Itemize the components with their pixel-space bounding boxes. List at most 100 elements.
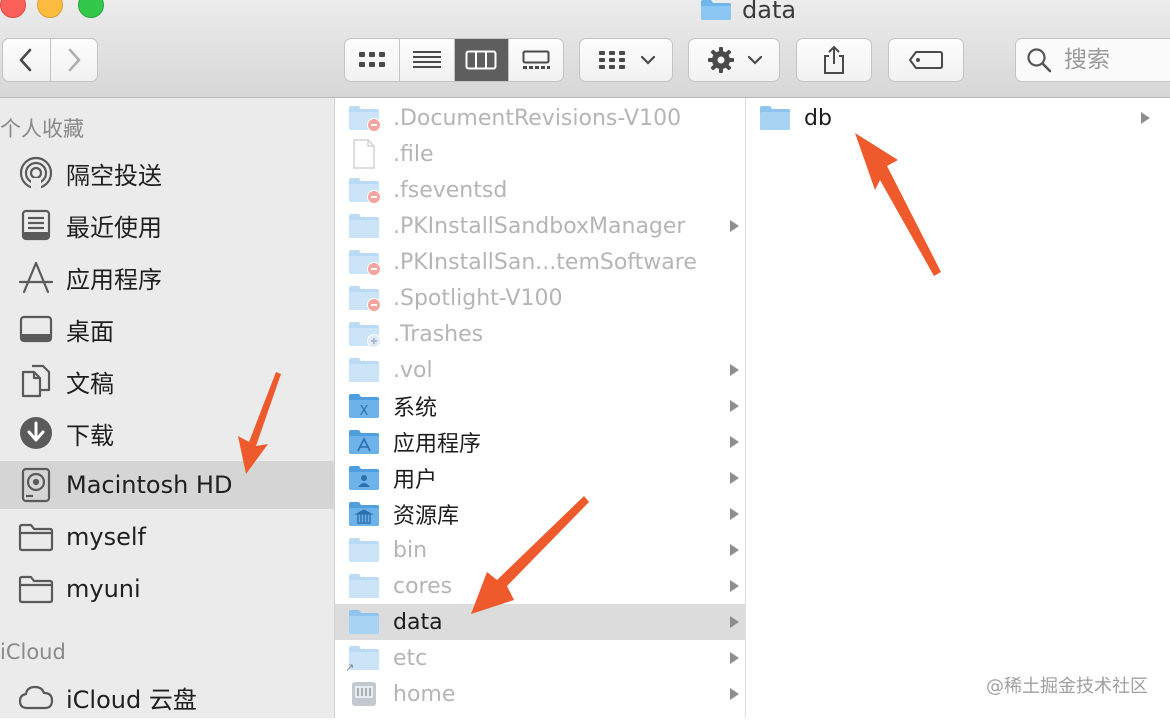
search-icon (1027, 48, 1052, 73)
icloud-section-header: iCloud (0, 640, 66, 664)
folder-icon (18, 519, 54, 555)
svg-text:X: X (360, 404, 369, 419)
sidebar-item-label: 隔空投送 (66, 161, 162, 190)
file-row[interactable]: cores (335, 568, 745, 604)
file-name: 用户 (393, 468, 438, 493)
share-button[interactable] (796, 38, 872, 82)
sidebar-item-desktop[interactable]: 桌面 (0, 305, 334, 353)
sidebar-item-downloads[interactable]: 下载 (0, 409, 334, 457)
file-name: data (393, 609, 443, 635)
file-row[interactable]: home (335, 676, 745, 712)
folder-icon (18, 571, 54, 607)
sidebar-item-icloud-drive[interactable]: iCloud 云盘 (0, 673, 334, 721)
folder-icon (347, 356, 381, 384)
library-folder-icon (347, 500, 381, 528)
gallery-icon (522, 50, 551, 69)
file-row[interactable]: X 系统 (335, 388, 745, 424)
file-row[interactable]: .Spotlight-V100 (335, 280, 745, 316)
alias-arrow-icon: ↗ (345, 661, 355, 674)
sidebar-item-documents[interactable]: 文稿 (0, 357, 334, 405)
back-button[interactable] (3, 39, 50, 81)
icon-view-button[interactable] (345, 39, 399, 81)
sidebar-item-recents[interactable]: 最近使用 (0, 201, 334, 249)
file-row[interactable]: 用户 (335, 460, 745, 496)
sidebar: 个人收藏 隔空投送 最近使用 应用程序 桌面 文稿 下载 Macintosh H… (0, 98, 335, 718)
sidebar-item-myself[interactable]: myself (0, 513, 334, 561)
chevron-right-icon (68, 48, 81, 72)
window-title: data (700, 0, 796, 26)
favorites-section-header: 个人收藏 (0, 117, 84, 141)
column-view-button[interactable] (453, 39, 509, 81)
file-row[interactable]: .PKInstallSan...temSoftware (335, 244, 745, 280)
disclosure-arrow-icon (730, 472, 739, 484)
disclosure-arrow-icon (730, 616, 739, 628)
restricted-badge-icon (367, 298, 381, 312)
disclosure-arrow-icon (730, 364, 739, 376)
tag-button[interactable] (888, 38, 964, 82)
file-name: db (804, 105, 832, 131)
file-name: .Spotlight-V100 (393, 285, 563, 311)
cloud-icon (18, 679, 54, 715)
file-row[interactable]: data (335, 604, 745, 640)
action-menu-button[interactable] (688, 38, 780, 82)
view-mode-control (344, 38, 564, 82)
file-name: etc (393, 645, 428, 671)
file-row[interactable]: db (746, 100, 1156, 136)
file-row[interactable]: .fseventsd (335, 172, 745, 208)
file-row[interactable]: ↗ etc (335, 640, 745, 676)
file-name: .file (393, 141, 434, 167)
disclosure-arrow-icon (730, 436, 739, 448)
file-row[interactable]: 资源库 (335, 496, 745, 532)
forward-button[interactable] (49, 39, 98, 81)
file-name: 应用程序 (393, 432, 482, 457)
file-row[interactable]: .Trashes (335, 316, 745, 352)
folder-icon (758, 104, 792, 132)
file-column-root: .DocumentRevisions-V100 .file .fseventsd .P… (335, 98, 746, 718)
search-field[interactable] (1015, 38, 1170, 82)
search-input[interactable] (1062, 46, 1170, 74)
folder-dropbox-icon (347, 320, 381, 348)
downloads-icon (18, 415, 54, 451)
folder-restricted-icon (347, 176, 381, 204)
gallery-view-button[interactable] (508, 39, 563, 81)
disclosure-arrow-icon (730, 400, 739, 412)
disclosure-arrow-icon (730, 544, 739, 556)
file-name: bin (393, 537, 428, 563)
close-window-button[interactable] (0, 0, 26, 18)
columns-icon (465, 50, 497, 70)
recents-icon (18, 207, 54, 243)
folder-icon (347, 572, 381, 600)
sidebar-item-myuni[interactable]: myuni (0, 565, 334, 613)
file-row[interactable]: .DocumentRevisions-V100 (335, 100, 745, 136)
file-row[interactable]: 应用程序 (335, 424, 745, 460)
file-name: .PKInstallSan...temSoftware (393, 249, 697, 275)
folder-icon (700, 0, 732, 21)
list-view-button[interactable] (398, 39, 454, 81)
zoom-window-button[interactable] (78, 0, 104, 18)
sidebar-item-label: iCloud 云盘 (66, 685, 197, 714)
chevron-down-icon (748, 55, 762, 65)
toolbar: data (0, 0, 1170, 98)
list-icon (412, 51, 441, 68)
sidebar-item-label: 应用程序 (66, 265, 162, 294)
sidebar-item-airdrop[interactable]: 隔空投送 (0, 149, 334, 197)
sidebar-item-label: Macintosh HD (66, 471, 233, 499)
sidebar-item-macintosh-hd[interactable]: Macintosh HD (0, 461, 334, 509)
file-row[interactable]: .file (335, 136, 745, 172)
minimize-window-button[interactable] (37, 0, 63, 18)
sidebar-item-label: 桌面 (66, 317, 114, 346)
file-row[interactable]: .vol (335, 352, 745, 388)
file-row[interactable]: .PKInstallSandboxManager (335, 208, 745, 244)
disclosure-arrow-icon (730, 652, 739, 664)
grid-icon (358, 52, 385, 67)
restricted-badge-icon (367, 118, 381, 132)
sidebar-item-label: 下载 (66, 421, 114, 450)
file-row[interactable]: bin (335, 532, 745, 568)
desktop-icon (18, 311, 54, 347)
folder-icon (347, 212, 381, 240)
file-name: home (393, 681, 456, 707)
sidebar-item-applications[interactable]: 应用程序 (0, 253, 334, 301)
group-by-button[interactable] (579, 38, 673, 82)
chevron-left-icon (19, 48, 32, 72)
file-name: 系统 (393, 396, 438, 421)
